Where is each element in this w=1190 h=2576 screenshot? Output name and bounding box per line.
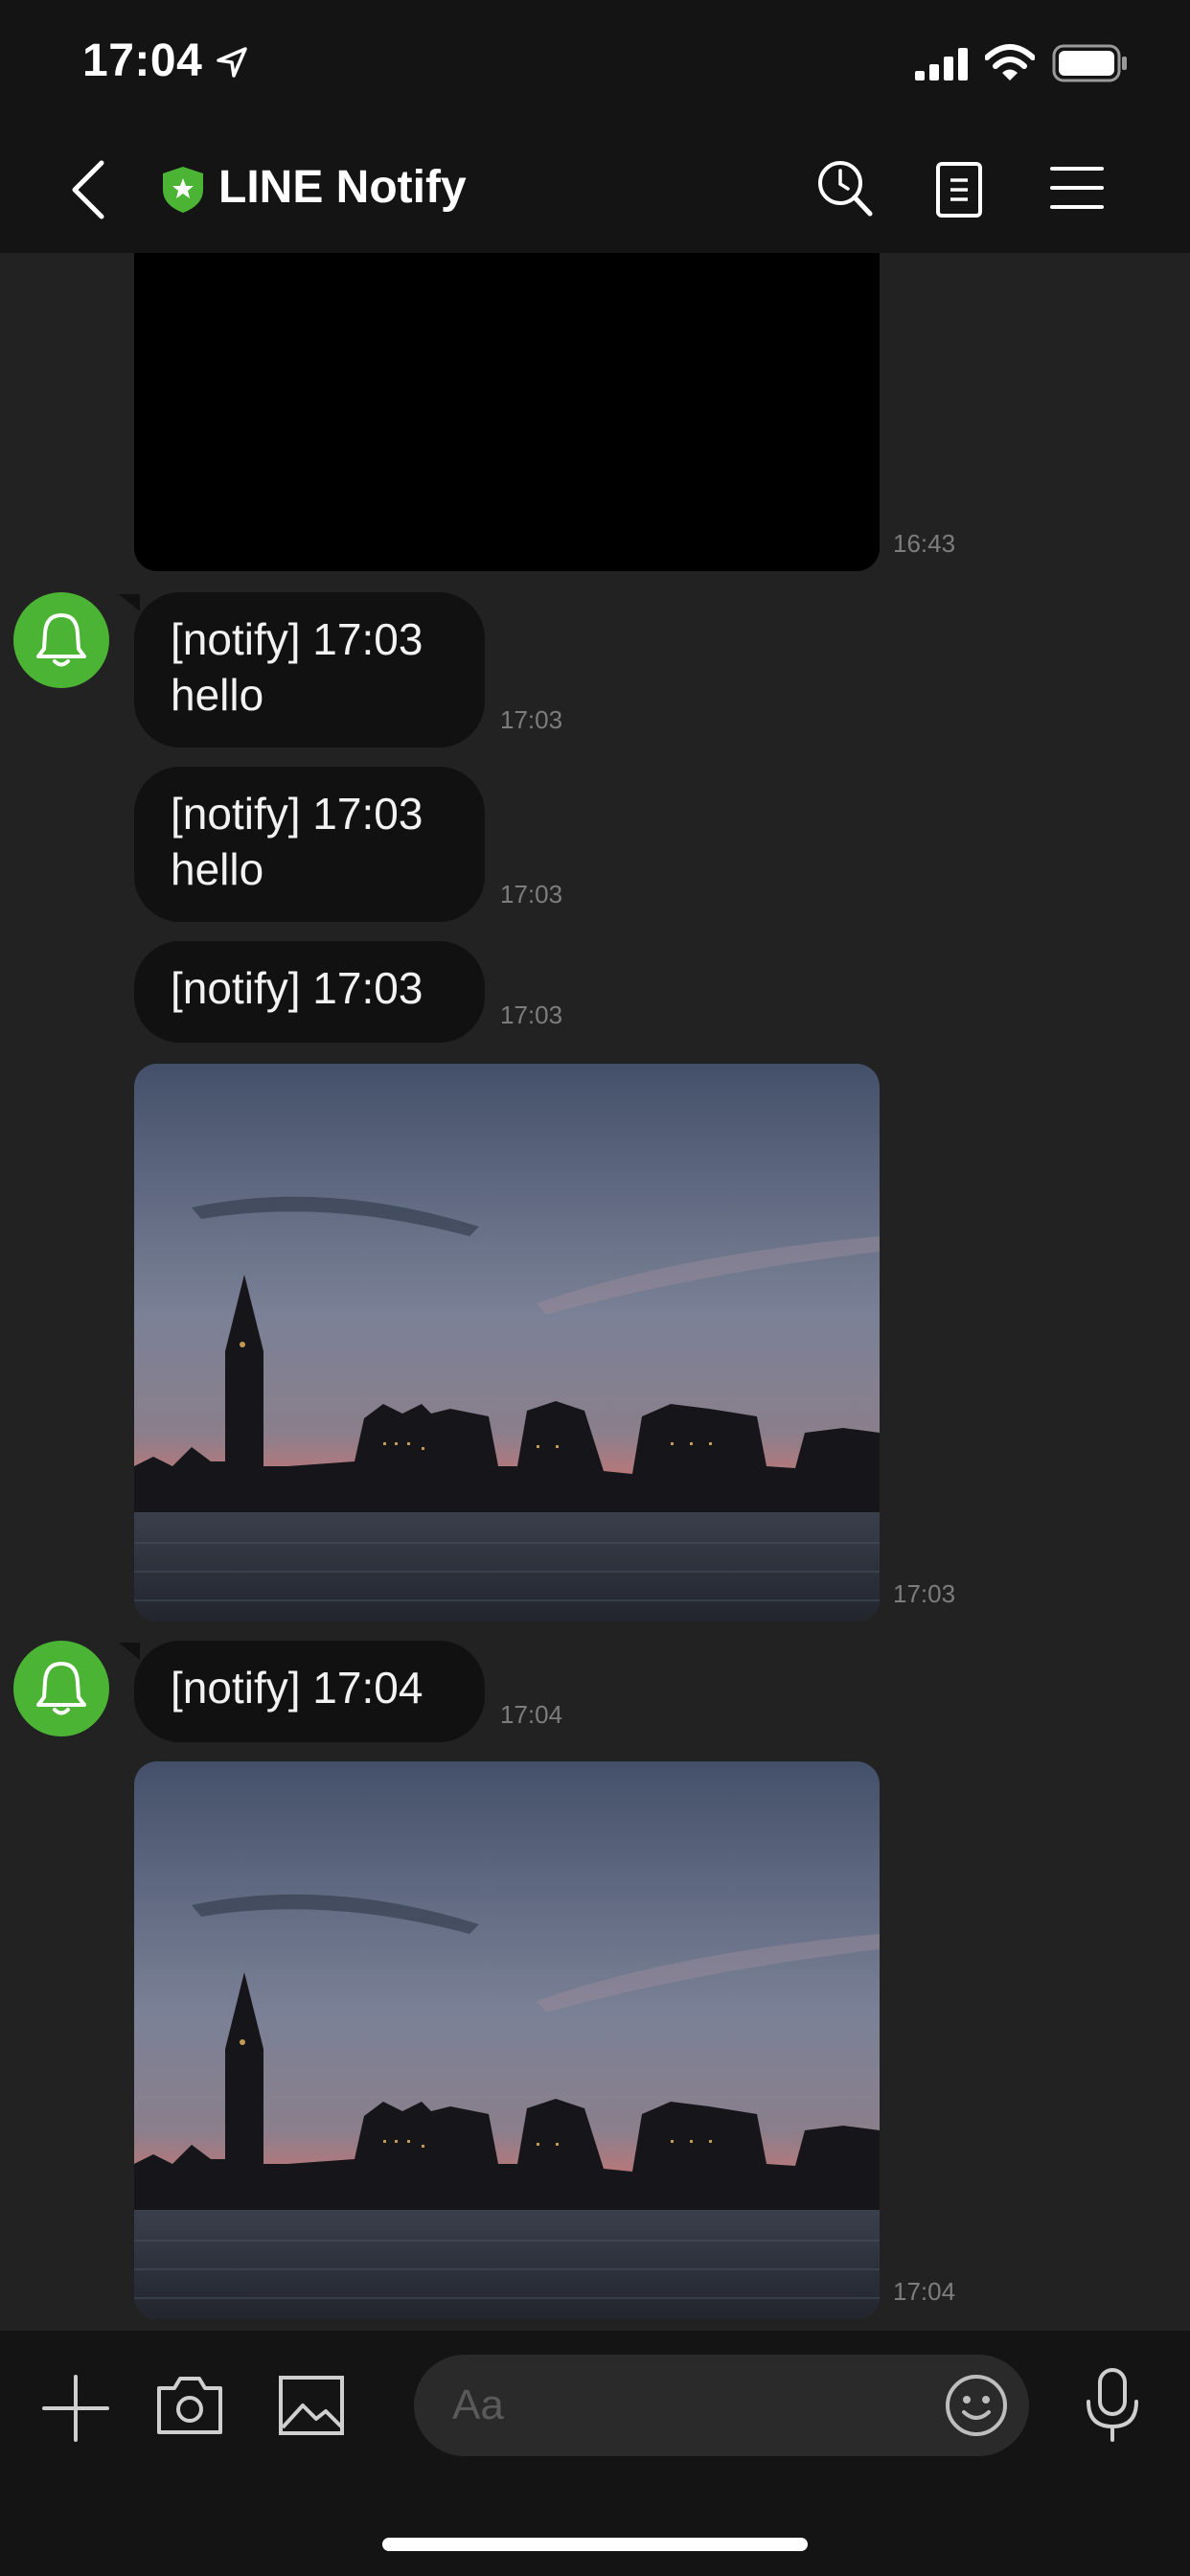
message-input[interactable]: [414, 2355, 1029, 2456]
message-bubble[interactable]: [notify] 17:04: [134, 1641, 485, 1742]
message-time: 17:03: [500, 880, 563, 908]
message-time: 17:03: [500, 705, 563, 734]
image-message[interactable]: [134, 253, 880, 571]
message-time: 17:03: [500, 1000, 563, 1029]
wifi-icon: [985, 44, 1035, 80]
image-message[interactable]: [134, 1761, 880, 2319]
shield-icon: [163, 167, 203, 213]
status-time: 17:04: [82, 35, 203, 86]
message-time: 17:03: [893, 1579, 956, 1608]
home-indicator[interactable]: [382, 2538, 808, 2551]
camera-icon[interactable]: [155, 2375, 224, 2436]
mic-icon[interactable]: [1083, 2367, 1142, 2444]
bubble-tail: [119, 594, 140, 611]
avatar[interactable]: [13, 592, 109, 688]
message-time: 17:04: [500, 1700, 563, 1729]
location-arrow-icon: [217, 47, 247, 78]
chat-area[interactable]: 16:43 [notify] 17:03 hello 17:03 [notify…: [0, 253, 1190, 2331]
signal-icon: [915, 48, 968, 80]
notes-icon[interactable]: [935, 161, 983, 218]
bubble-tail: [119, 1643, 140, 1660]
avatar[interactable]: [13, 1641, 109, 1736]
message-bubble[interactable]: [notify] 17:03 hello: [134, 592, 485, 748]
battery-icon: [1052, 44, 1127, 82]
message-input-placeholder: Aa: [452, 2381, 504, 2428]
message-bubble[interactable]: [notify] 17:03 hello: [134, 767, 485, 922]
message-time: 16:43: [893, 529, 956, 558]
back-icon[interactable]: [67, 159, 109, 220]
message-time: 17:04: [893, 2277, 956, 2306]
menu-icon[interactable]: [1050, 165, 1104, 211]
bell-icon: [36, 1662, 86, 1715]
image-icon[interactable]: [278, 2375, 345, 2436]
search-icon[interactable]: [816, 159, 874, 218]
plus-icon[interactable]: [42, 2375, 109, 2442]
bell-icon: [36, 613, 86, 667]
emoji-icon[interactable]: [945, 2374, 1008, 2437]
image-message[interactable]: [134, 1064, 880, 1622]
chat-title: LINE Notify: [218, 162, 467, 213]
westminster-photo: [134, 1064, 880, 1622]
message-bubble[interactable]: [notify] 17:03: [134, 941, 485, 1043]
westminster-photo: [134, 1761, 880, 2319]
